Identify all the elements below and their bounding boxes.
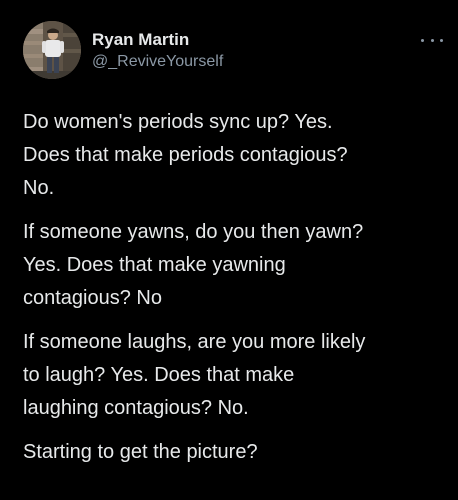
tweet-paragraph-1: Do women's periods sync up? Yes. Does th… — [23, 111, 348, 199]
tweet-card: Ryan Martin @_ReviveYourself Do women's … — [0, 0, 458, 500]
user-handle[interactable]: @_ReviveYourself — [92, 53, 223, 71]
more-dot — [421, 38, 424, 42]
tweet-paragraph-2: If someone yawns, do you then yawn? Yes.… — [23, 221, 364, 309]
tweet-header: Ryan Martin @_ReviveYourself — [23, 17, 443, 81]
tweet-text: Do women's periods sync up? Yes. Does th… — [23, 106, 441, 469]
avatar[interactable] — [23, 21, 81, 79]
more-dot — [430, 38, 434, 42]
more-dot — [440, 38, 443, 42]
more-horizontal-icon[interactable] — [421, 35, 443, 45]
display-name[interactable]: Ryan Martin — [92, 30, 189, 50]
tweet-paragraph-4: Starting to get the picture? — [23, 441, 258, 463]
profile-photo — [23, 21, 81, 79]
tweet-paragraph-3: If someone laughs, are you more likely t… — [23, 331, 366, 419]
